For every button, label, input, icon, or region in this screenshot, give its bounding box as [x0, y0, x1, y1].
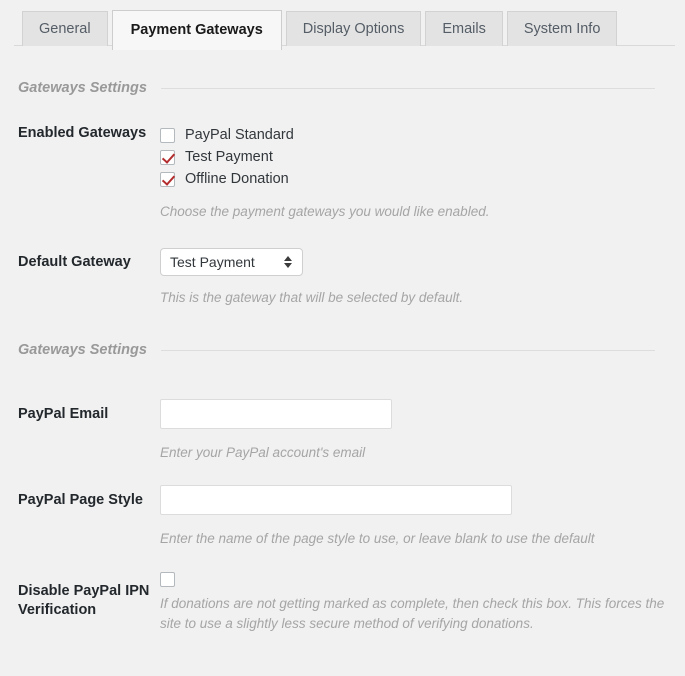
control-enabled-gateways: PayPal Standard Test Payment Offline Don…	[160, 124, 671, 222]
checkbox-disable-ipn-verification[interactable]	[160, 572, 175, 587]
field-disable-ipn-verification: Disable PayPal IPN Verification If donat…	[0, 571, 685, 634]
checkbox-row-test-payment[interactable]: Test Payment	[160, 146, 671, 168]
checkbox-test-payment[interactable]	[160, 149, 175, 165]
section-divider-2	[160, 349, 655, 351]
label-enabled-gateways: Enabled Gateways	[18, 125, 147, 141]
section-title-paypal-settings: Gateways Settings	[18, 342, 147, 358]
checkbox-label-paypal-standard: PayPal Standard	[185, 127, 294, 143]
tab-payment-gateways-label: Payment Gateways	[130, 22, 263, 39]
section-divider	[160, 87, 655, 89]
select-stepper-arrows-icon	[284, 255, 293, 269]
label-paypal-email: PayPal Email	[18, 406, 109, 422]
select-default-gateway-value: Test Payment	[170, 254, 255, 270]
tab-list: General Payment Gateways Display Options…	[22, 0, 685, 52]
label-default-gateway: Default Gateway	[18, 254, 131, 270]
control-paypal-email: Enter your PayPal account's email	[160, 399, 671, 463]
label-paypal-page-style: PayPal Page Style	[18, 492, 143, 508]
description-default-gateway: This is the gateway that will be selecte…	[160, 290, 464, 305]
tab-general-label: General	[39, 20, 91, 37]
settings-page: General Payment Gateways Display Options…	[0, 0, 685, 676]
tab-display-options-label: Display Options	[302, 20, 405, 37]
field-default-gateway: Default Gateway Test Payment This is the…	[0, 248, 685, 308]
checkbox-row-paypal-standard[interactable]: PayPal Standard	[160, 124, 671, 146]
section-header-gateways-settings: Gateways Settings	[0, 80, 685, 96]
control-disable-ipn-verification: If donations are not getting marked as c…	[160, 571, 671, 634]
control-default-gateway: Test Payment This is the gateway that wi…	[160, 248, 671, 308]
tab-system-info-label: System Info	[523, 20, 601, 37]
tab-strip: General Payment Gateways Display Options…	[0, 0, 685, 52]
label-disable-ipn-verification: Disable PayPal IPN Verification	[18, 583, 150, 618]
tab-emails[interactable]: Emails	[425, 11, 503, 46]
checkbox-paypal-standard[interactable]	[160, 127, 175, 143]
tab-payment-gateways[interactable]: Payment Gateways	[111, 10, 282, 50]
checkbox-label-offline-donation: Offline Donation	[185, 171, 289, 187]
tab-system-info[interactable]: System Info	[506, 11, 618, 46]
field-enabled-gateways: Enabled Gateways PayPal Standard Test Pa…	[0, 124, 685, 222]
settings-form: Gateways Settings Enabled Gateways PayPa…	[0, 80, 685, 634]
tab-general[interactable]: General	[22, 11, 108, 46]
enabled-gateways-checkbox-list: PayPal Standard Test Payment Offline Don…	[160, 124, 671, 190]
tab-display-options[interactable]: Display Options	[285, 11, 422, 46]
input-paypal-page-style[interactable]	[160, 485, 512, 515]
section-header-paypal-settings: Gateways Settings	[0, 342, 685, 358]
checkbox-row-offline-donation[interactable]: Offline Donation	[160, 168, 671, 190]
checkbox-label-test-payment: Test Payment	[185, 149, 273, 165]
control-paypal-page-style: Enter the name of the page style to use,…	[160, 485, 671, 549]
field-paypal-email: PayPal Email Enter your PayPal account's…	[0, 399, 685, 463]
description-disable-ipn-verification: If donations are not getting marked as c…	[160, 596, 665, 631]
description-paypal-email: Enter your PayPal account's email	[160, 445, 366, 460]
input-paypal-email[interactable]	[160, 399, 392, 429]
checkbox-offline-donation[interactable]	[160, 171, 175, 187]
field-paypal-page-style: PayPal Page Style Enter the name of the …	[0, 485, 685, 549]
description-enabled-gateways: Choose the payment gateways you would li…	[160, 204, 490, 219]
description-paypal-page-style: Enter the name of the page style to use,…	[160, 531, 595, 546]
tab-emails-label: Emails	[442, 20, 486, 37]
select-default-gateway[interactable]: Test Payment	[160, 248, 303, 276]
section-title-gateways-settings: Gateways Settings	[18, 80, 147, 96]
